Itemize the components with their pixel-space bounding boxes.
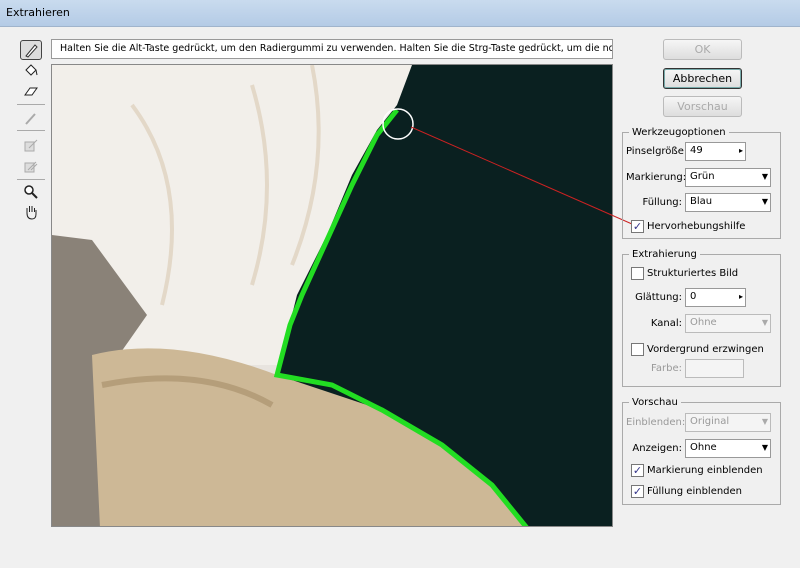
tool-options-legend: Werkzeugoptionen	[632, 127, 726, 138]
toolbox-divider	[17, 130, 45, 131]
toolbox-divider	[17, 179, 45, 180]
brush-size-value: 49	[690, 145, 703, 156]
highlighter-icon	[25, 44, 38, 58]
ok-button[interactable]: OK	[663, 39, 742, 60]
toolbox-divider	[17, 104, 45, 105]
touchup-icon	[24, 161, 38, 173]
show-highlight-label: Markierung einblenden	[647, 465, 763, 476]
hand-icon	[26, 206, 37, 220]
fill-select[interactable]: Blau ▼	[685, 193, 771, 212]
channel-select[interactable]: Ohne ▼	[685, 314, 771, 333]
smooth-input[interactable]: 0 ▸	[685, 288, 746, 307]
photo-preview	[52, 65, 612, 526]
color-label: Farbe:	[651, 363, 682, 374]
smart-highlight-checkbox[interactable]: ✓	[631, 220, 644, 233]
edge-touchup-tool[interactable]	[20, 156, 42, 176]
fill-value: Blau	[690, 196, 713, 207]
chevron-down-icon: ▼	[761, 443, 768, 452]
slider-arrow-icon[interactable]: ▸	[739, 292, 743, 301]
show-fill-checkbox[interactable]: ✓	[631, 485, 644, 498]
show-value: Original	[690, 416, 730, 427]
textured-image-checkbox[interactable]	[631, 267, 644, 280]
highlight-value: Grün	[690, 171, 715, 182]
show-label: Einblenden:	[626, 417, 686, 428]
chevron-down-icon: ▼	[761, 197, 768, 206]
textured-image-label: Strukturiertes Bild	[647, 268, 739, 279]
force-foreground-label: Vordergrund erzwingen	[647, 344, 764, 355]
eraser-tool[interactable]	[20, 81, 42, 101]
preview-button[interactable]: Vorschau	[663, 96, 742, 117]
display-label: Anzeigen:	[632, 443, 682, 454]
chevron-down-icon: ▼	[761, 417, 768, 426]
eraser-icon	[24, 87, 38, 96]
fill-label: Füllung:	[642, 197, 683, 208]
brush-size-input[interactable]: 49 ▸	[685, 142, 746, 161]
paint-bucket-icon	[25, 64, 38, 76]
show-fill-label: Füllung einblenden	[647, 486, 743, 497]
smooth-value: 0	[690, 291, 697, 302]
cancel-button[interactable]: Abbrechen	[663, 68, 742, 89]
smart-highlight-label: Hervorhebungshilfe	[647, 221, 746, 232]
highlight-label: Markierung:	[626, 172, 687, 183]
cleanup-icon	[24, 139, 38, 152]
cleanup-tool[interactable]	[20, 135, 42, 155]
edge-highlighter-tool[interactable]	[20, 40, 42, 60]
chevron-down-icon: ▼	[761, 172, 768, 181]
extraction-legend: Extrahierung	[632, 249, 697, 260]
force-foreground-checkbox[interactable]	[631, 343, 644, 356]
eyedropper-tool[interactable]	[20, 108, 42, 128]
title-bar: Extrahieren	[0, 0, 800, 27]
eyedropper-icon	[25, 113, 36, 125]
display-select[interactable]: Ohne ▼	[685, 439, 771, 458]
zoom-tool[interactable]	[20, 182, 42, 202]
show-select[interactable]: Original ▼	[685, 413, 771, 432]
smooth-label: Glättung:	[635, 292, 682, 303]
fill-tool[interactable]	[20, 60, 42, 80]
brush-size-label: Pinselgröße:	[626, 146, 688, 157]
window-title: Extrahieren	[6, 6, 70, 19]
chevron-down-icon: ▼	[761, 318, 768, 327]
highlight-select[interactable]: Grün ▼	[685, 168, 771, 187]
channel-value: Ohne	[690, 317, 717, 328]
channel-label: Kanal:	[650, 318, 682, 329]
display-value: Ohne	[690, 442, 717, 453]
preview-legend: Vorschau	[632, 397, 678, 408]
show-highlight-checkbox[interactable]: ✓	[631, 464, 644, 477]
image-preview-canvas[interactable]	[51, 64, 613, 527]
color-swatch[interactable]	[685, 359, 744, 378]
hint-text: Halten Sie die Alt-Taste gedrückt, um de…	[51, 39, 613, 59]
magnifier-icon	[24, 185, 38, 199]
hand-tool[interactable]	[20, 202, 42, 222]
slider-arrow-icon[interactable]: ▸	[739, 146, 743, 155]
